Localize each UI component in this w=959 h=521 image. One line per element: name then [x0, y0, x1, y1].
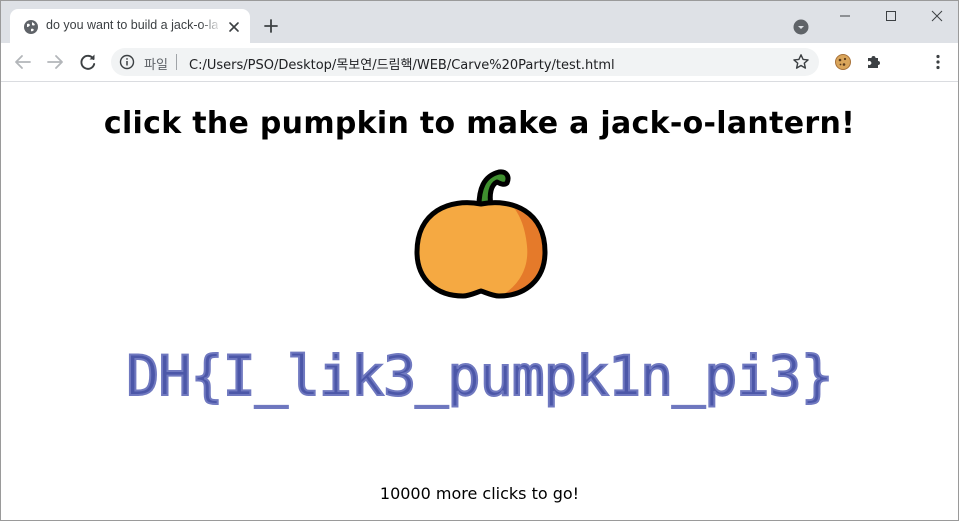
click-counter: 10000 more clicks to go! — [379, 484, 580, 503]
address-scheme-label: 파일 — [144, 58, 168, 73]
address-bar[interactable]: 파일 C:/Users/PSO/Desktop/목보연/드림핵/WEB/Carv… — [111, 48, 819, 76]
tab-title: do you want to build a jack-o-lantern? — [46, 18, 218, 32]
page-heading: click the pumpkin to make a jack-o-lante… — [103, 106, 856, 141]
tab-strip: do you want to build a jack-o-lantern? — [1, 1, 958, 43]
address-separator — [176, 54, 177, 70]
new-tab-button[interactable] — [263, 18, 279, 34]
maximize-icon[interactable] — [868, 1, 914, 33]
cookie-extension-icon[interactable] — [833, 52, 853, 72]
globe-icon — [23, 19, 39, 35]
address-url[interactable]: C:/Users/PSO/Desktop/목보연/드림핵/WEB/Carve%2… — [189, 54, 615, 73]
tab-search-dropdown-icon[interactable] — [793, 19, 809, 35]
minimize-icon[interactable] — [822, 1, 868, 33]
browser-tab[interactable]: do you want to build a jack-o-lantern? — [10, 9, 250, 43]
tab-title-fade — [200, 15, 222, 37]
star-icon[interactable] — [792, 53, 810, 71]
close-tab-icon[interactable] — [226, 19, 242, 35]
puzzle-extensions-icon[interactable] — [864, 52, 884, 72]
back-arrow-icon[interactable] — [13, 52, 33, 72]
info-icon[interactable] — [119, 54, 135, 70]
close-icon[interactable] — [914, 1, 958, 33]
forward-arrow-icon[interactable] — [45, 52, 65, 72]
browser-window: do you want to build a jack-o-lantern? — [0, 0, 959, 521]
plus-icon — [264, 19, 278, 33]
page-content: click the pumpkin to make a jack-o-lante… — [1, 82, 958, 520]
browser-toolbar: 파일 C:/Users/PSO/Desktop/목보연/드림핵/WEB/Carv… — [1, 43, 958, 82]
pumpkin-icon[interactable] — [409, 166, 553, 302]
kebab-menu-icon[interactable] — [928, 52, 948, 72]
flag-text: DH{I_lik3_pumpk1n_pi3} — [125, 343, 834, 409]
reload-icon[interactable] — [78, 52, 98, 72]
